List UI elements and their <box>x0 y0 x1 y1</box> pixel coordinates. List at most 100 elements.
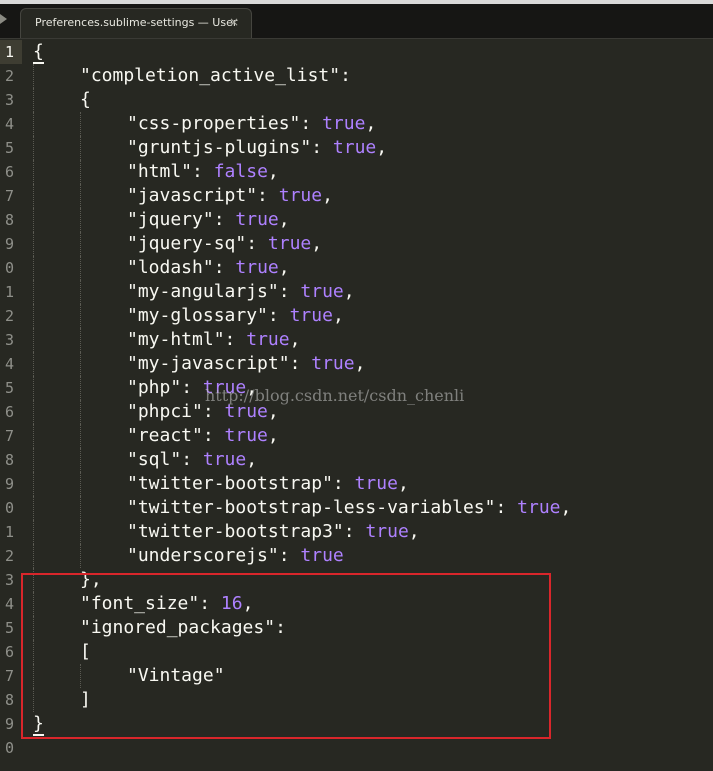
watermark-text: http://blog.csdn.net/csdn_chenli <box>205 386 465 405</box>
code-token: { <box>80 89 91 110</box>
code-token: true <box>224 425 268 446</box>
code-token: "css-properties" <box>127 113 301 134</box>
code-token: : <box>257 185 279 206</box>
code-token: true <box>332 137 377 158</box>
code-token: , <box>560 497 572 518</box>
tab-close-icon[interactable]: × <box>229 15 239 29</box>
indent-guide <box>33 424 34 448</box>
code-line: "twitter-bootstrap": true, <box>22 472 713 496</box>
code-token: "sql" <box>127 449 182 470</box>
line-number: 8 <box>4 211 14 229</box>
code-token: : <box>192 161 214 182</box>
highlight-annotation-box <box>21 573 551 739</box>
code-token: true <box>300 545 344 566</box>
code-token: "completion_active_list" <box>80 65 341 86</box>
code-line: "underscorejs": true <box>22 544 713 568</box>
indent-guide <box>33 208 34 232</box>
indent-guide <box>33 544 34 568</box>
line-number: 8 <box>4 691 14 709</box>
code-line: "css-properties": true, <box>22 112 713 136</box>
code-token: true <box>289 305 333 326</box>
code-token: : <box>267 305 290 326</box>
code-token: , <box>365 113 377 134</box>
code-line: "twitter-bootstrap3": true, <box>22 520 713 544</box>
code-line: "gruntjs-plugins": true, <box>22 136 713 160</box>
indent-guide <box>33 64 34 88</box>
line-number: 2 <box>4 307 14 325</box>
code-token: true <box>267 233 312 254</box>
indent-guide <box>33 280 34 304</box>
code-token: : <box>340 65 351 86</box>
tab-preferences[interactable]: Preferences.sublime-settings — User × <box>20 8 252 38</box>
code-token: , <box>267 425 279 446</box>
code-token: , <box>408 521 420 542</box>
line-number: 5 <box>4 619 14 637</box>
code-token: true <box>246 329 290 350</box>
line-number: 0 <box>4 499 14 517</box>
line-number: 2 <box>4 547 14 565</box>
line-number: 9 <box>4 475 14 493</box>
code-line: "jquery": true, <box>22 208 713 232</box>
indent-guide <box>33 88 34 112</box>
line-number: 1 <box>4 43 14 61</box>
code-token: "underscorejs" <box>127 545 279 566</box>
code-token: "my-html" <box>127 329 225 350</box>
code-token: true <box>235 257 279 278</box>
code-line: "sql": true, <box>22 448 713 472</box>
line-number: 6 <box>4 163 14 181</box>
indent-guide <box>80 232 81 256</box>
code-token: true <box>311 353 355 374</box>
indent-guide <box>33 352 34 376</box>
indent-guide <box>33 256 34 280</box>
indent-guide <box>33 136 34 160</box>
indent-guide <box>33 160 34 184</box>
code-token: "gruntjs-plugins" <box>127 137 312 158</box>
code-token: "html" <box>127 161 193 182</box>
tab-scroll-left-icon[interactable] <box>0 14 7 24</box>
code-token: : <box>213 257 236 278</box>
code-token: , <box>289 329 301 350</box>
code-line: "lodash": true, <box>22 256 713 280</box>
code-token: true <box>322 113 366 134</box>
code-token: false <box>213 161 268 182</box>
indent-guide <box>80 160 81 184</box>
tab-title: Preferences.sublime-settings — User <box>35 16 238 29</box>
indent-guide <box>80 256 81 280</box>
indent-guide <box>80 184 81 208</box>
code-line: "javascript": true, <box>22 184 713 208</box>
code-line: "html": false, <box>22 160 713 184</box>
code-token: "jquery-sq" <box>127 233 247 254</box>
code-token: : <box>278 281 301 302</box>
indent-guide <box>80 112 81 136</box>
code-token: : <box>181 449 203 470</box>
code-token: "jquery" <box>127 209 214 230</box>
indent-guide <box>33 328 34 352</box>
line-number: 0 <box>4 739 14 757</box>
line-number: 9 <box>4 235 14 253</box>
indent-guide <box>33 496 34 520</box>
indent-guide <box>80 520 81 544</box>
indent-guide <box>80 136 81 160</box>
line-number: 7 <box>4 667 14 685</box>
line-number: 3 <box>4 91 14 109</box>
indent-guide <box>33 448 34 472</box>
indent-guide <box>80 424 81 448</box>
indent-guide <box>80 280 81 304</box>
code-token: , <box>343 281 355 302</box>
line-number: 3 <box>4 571 14 589</box>
line-number: 1 <box>4 523 14 541</box>
code-token: "twitter-bootstrap-less-variables" <box>127 497 496 518</box>
code-token: , <box>397 473 409 494</box>
code-token: "react" <box>127 425 203 446</box>
indent-guide <box>33 232 34 256</box>
code-token: "my-glossary" <box>127 305 268 326</box>
code-line: { <box>22 40 713 64</box>
indent-guide <box>80 400 81 424</box>
line-number: 5 <box>4 379 14 397</box>
code-token: true <box>517 497 561 518</box>
code-line: "twitter-bootstrap-less-variables": true… <box>22 496 713 520</box>
line-number: 6 <box>4 643 14 661</box>
code-line: "my-html": true, <box>22 328 713 352</box>
line-number: 5 <box>4 139 14 157</box>
